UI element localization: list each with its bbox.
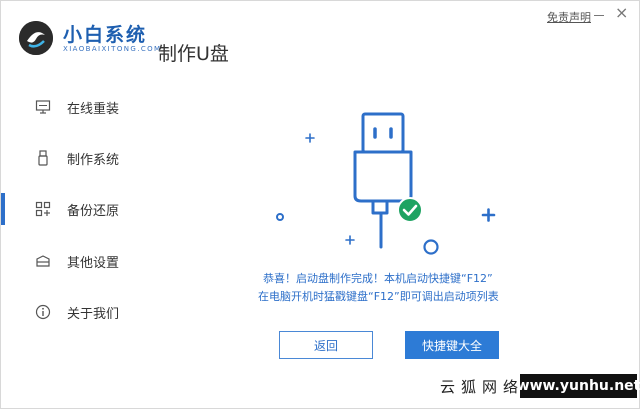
sidebar-item-online-reinstall[interactable]: 在线重装 [1, 87, 151, 127]
back-button[interactable]: 返回 [279, 331, 373, 359]
disclaimer-link[interactable]: 免责声明 [547, 9, 591, 25]
info-icon [35, 304, 51, 320]
monitor-icon [35, 99, 51, 115]
shortcut-keys-button[interactable]: 快捷键大全 [405, 331, 499, 359]
sidebar-item-make-system[interactable]: 制作系统 [1, 138, 151, 178]
backup-icon [35, 201, 51, 217]
sidebar-item-label: 制作系统 [67, 153, 120, 168]
boot-hint-message: 在电脑开机时猛戳键盘“F12”即可调出启动项列表 [258, 290, 499, 303]
usb-icon [35, 150, 51, 166]
minimize-button[interactable] [594, 15, 604, 16]
sidebar-item-backup-restore[interactable]: 备份还原 [1, 189, 151, 229]
success-message: 恭喜！启动盘制作完成！本机启动快捷键“F12” [263, 272, 493, 285]
watermark-text: 云狐网络 [440, 378, 525, 396]
page-title: 制作U盘 [158, 43, 229, 65]
close-button[interactable]: × [615, 5, 628, 21]
logo-icon [19, 21, 53, 55]
sidebar-item-other-settings[interactable]: 其他设置 [1, 241, 151, 281]
sidebar-item-about-us[interactable]: 关于我们 [1, 292, 151, 332]
app-subtitle: XIAOBAIXITONG.COM [63, 45, 162, 53]
sidebar-item-label: 关于我们 [67, 307, 120, 322]
app-window: 小白系统 XIAOBAIXITONG.COM 制作U盘 免责声明 × 在线重装 … [0, 0, 640, 409]
usb-success-illustration [276, 112, 496, 255]
watermark-url: www.yunhu.net [517, 374, 640, 398]
active-indicator [1, 193, 5, 225]
box-icon [35, 253, 51, 269]
check-icon [397, 197, 423, 223]
sidebar-item-label: 备份还原 [67, 204, 120, 219]
app-name: 小白系统 [63, 24, 148, 46]
sidebar-item-label: 在线重装 [67, 102, 120, 117]
sidebar-item-label: 其他设置 [67, 256, 120, 271]
